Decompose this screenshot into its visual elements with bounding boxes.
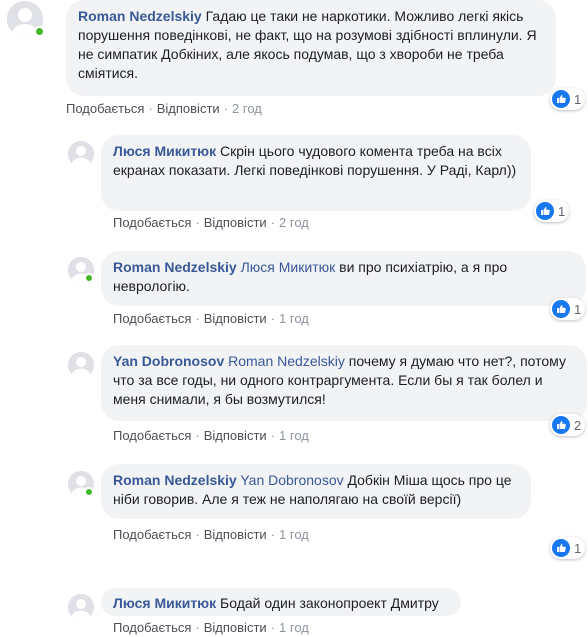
comment-bubble: Люся Микитюк Бодай один законопроект Дми… xyxy=(101,588,461,616)
default-avatar-icon xyxy=(68,141,94,167)
reply-link[interactable]: Відповісти xyxy=(157,101,220,116)
reaction-count[interactable]: 1 xyxy=(550,537,586,559)
comment-bubble: Roman Nedzelskiy Люся Микитюк ви про пси… xyxy=(101,251,586,306)
comment-time[interactable]: 1 год xyxy=(279,620,309,635)
like-link[interactable]: Подобається xyxy=(113,215,191,230)
like-link[interactable]: Подобається xyxy=(113,311,191,326)
reaction-count[interactable]: 1 xyxy=(550,298,586,320)
default-avatar-icon xyxy=(68,352,94,378)
comment-actions: Подобається · Відповісти · 1 год xyxy=(113,527,309,542)
like-reaction-icon xyxy=(552,300,570,318)
reaction-count[interactable]: 2 xyxy=(550,414,586,436)
reply-link[interactable]: Відповісти xyxy=(204,428,267,443)
reply-link[interactable]: Відповісти xyxy=(204,620,267,635)
online-status-icon xyxy=(84,487,94,497)
comment-bubble: Roman Nedzelskiy Yan Dobronosov Добкін М… xyxy=(101,464,531,519)
comment-actions: Подобається · Відповісти · 1 год xyxy=(113,428,309,443)
avatar[interactable] xyxy=(68,352,94,378)
comment-bubble: Люся Микитюк Скрін цього чудового комент… xyxy=(101,135,531,211)
avatar[interactable] xyxy=(68,141,94,167)
comment-actions: Подобається · Відповісти · 2 год xyxy=(113,215,309,230)
like-reaction-icon xyxy=(536,202,554,220)
reaction-count[interactable]: 1 xyxy=(534,200,570,222)
comment-bubble: Yan Dobronosov Roman Nedzelskiy почему я… xyxy=(101,345,587,421)
reply-link[interactable]: Відповісти xyxy=(204,215,267,230)
like-reaction-icon xyxy=(552,90,570,108)
reply-link[interactable]: Відповісти xyxy=(204,527,267,542)
comment-time[interactable]: 2 год xyxy=(279,215,309,230)
comment-actions: Подобається · Відповісти · 1 год xyxy=(113,311,309,326)
comment-author[interactable]: Люся Микитюк xyxy=(113,143,216,159)
comment-author[interactable]: Roman Nedzelskiy xyxy=(113,259,237,275)
like-link[interactable]: Подобається xyxy=(113,527,191,542)
comment-author[interactable]: Yan Dobronosov xyxy=(113,353,224,369)
comment-time[interactable]: 1 год xyxy=(279,311,309,326)
avatar[interactable] xyxy=(68,594,94,620)
reply-link[interactable]: Відповісти xyxy=(204,311,267,326)
reaction-count[interactable]: 1 xyxy=(550,88,586,110)
comment-actions: Подобається · Відповісти · 2 год xyxy=(66,101,262,116)
comment-mention[interactable]: Yan Dobronosov xyxy=(240,472,343,488)
like-link[interactable]: Подобається xyxy=(66,101,144,116)
like-link[interactable]: Подобається xyxy=(113,428,191,443)
default-avatar-icon xyxy=(68,594,94,620)
like-link[interactable]: Подобається xyxy=(113,620,191,635)
comment-time[interactable]: 2 год xyxy=(232,101,262,116)
comment-mention[interactable]: Люся Микитюк xyxy=(241,259,336,275)
comment-author[interactable]: Люся Микитюк xyxy=(113,595,216,611)
comment-author[interactable]: Roman Nedzelskiy xyxy=(78,8,202,24)
comment-mention[interactable]: Roman Nedzelskiy xyxy=(228,353,345,369)
online-status-icon xyxy=(84,273,94,283)
online-status-icon xyxy=(34,26,45,37)
like-reaction-icon xyxy=(552,416,570,434)
comment-time[interactable]: 1 год xyxy=(279,428,309,443)
like-reaction-icon xyxy=(552,539,570,557)
comment-author[interactable]: Roman Nedzelskiy xyxy=(113,472,237,488)
comment-time[interactable]: 1 год xyxy=(279,527,309,542)
comment-bubble: Roman Nedzelskiy Гадаю це таки не наркот… xyxy=(66,0,556,96)
comment-actions: Подобається · Відповісти · 1 год xyxy=(113,620,309,635)
